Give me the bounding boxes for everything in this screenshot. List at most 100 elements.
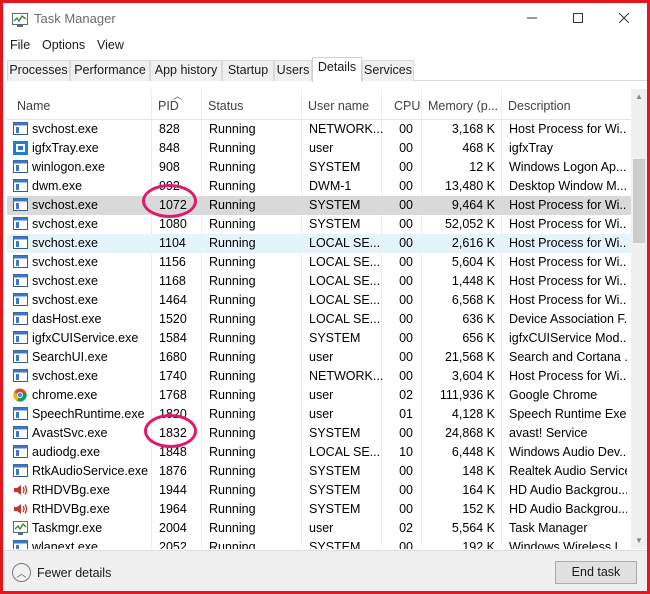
table-row[interactable]: svchost.exe 828 Running NETWORK... 00 3,168 K… — [7, 120, 631, 139]
process-cpu: 00 — [399, 293, 413, 307]
process-memory: 6,568 K — [451, 293, 495, 307]
scrollbar-thumb[interactable] — [633, 159, 645, 243]
process-description: Host Process for Wi... — [509, 274, 627, 288]
process-name: winlogon.exe — [32, 160, 105, 174]
table-row[interactable]: igfxCUIService.exe 1584 Running SYSTEM 00 656… — [7, 329, 631, 348]
process-pid: 828 — [159, 122, 180, 136]
process-description: HD Audio Backgrou... — [509, 502, 627, 516]
table-row[interactable]: AvastSvc.exe 1832 Running SYSTEM 00 24,868 Ka… — [7, 424, 631, 443]
generic-app-icon — [13, 426, 28, 440]
table-row[interactable]: RtHDVBg.exe 1964 Running SYSTEM 00 152 K HD Au… — [7, 500, 631, 519]
process-user: SYSTEM — [309, 331, 361, 345]
generic-app-icon — [13, 540, 28, 549]
process-status: Running — [209, 236, 256, 250]
process-memory: 192 K — [462, 540, 495, 549]
table-row[interactable]: igfxTray.exe 848 Running user 00 468 K igfxTra… — [7, 139, 631, 158]
process-cpu: 00 — [399, 483, 413, 497]
tab-services[interactable]: Services — [362, 60, 414, 81]
column-header-pid[interactable]: PID — [158, 89, 179, 120]
process-name: audiodg.exe — [32, 445, 101, 459]
process-name: svchost.exe — [32, 236, 99, 250]
process-name: wlanext.exe — [32, 540, 99, 549]
table-row[interactable]: dwm.exe 992 Running DWM-1 00 13,480 K Desktop … — [7, 177, 631, 196]
process-user: LOCAL SE... — [309, 312, 381, 326]
process-description: Windows Wireless L... — [509, 540, 627, 549]
process-name: SearchUI.exe — [32, 350, 108, 364]
process-user: NETWORK... — [309, 122, 383, 136]
process-user: user — [309, 141, 334, 155]
tab-startup[interactable]: Startup — [222, 60, 274, 81]
table-row[interactable]: svchost.exe 1080 Running SYSTEM 00 52,052 K Ho… — [7, 215, 631, 234]
process-user: user — [309, 521, 334, 535]
table-row[interactable]: svchost.exe 1156 Running LOCAL SE... 00 5,604… — [7, 253, 631, 272]
process-user: SYSTEM — [309, 198, 361, 212]
table-row[interactable]: SpeechRuntime.exe 1820 Running user 01 4,128 … — [7, 405, 631, 424]
title-bar: Task Manager — [3, 3, 647, 36]
process-description: Host Process for Wi... — [509, 122, 627, 136]
table-row[interactable]: svchost.exe 1740 Running NETWORK... 00 3,604 … — [7, 367, 631, 386]
column-header-user[interactable]: User name — [308, 89, 369, 120]
process-memory: 3,168 K — [451, 122, 495, 136]
process-user: DWM-1 — [309, 179, 352, 193]
table-row[interactable]: wlanext.exe 2052 Running SYSTEM 00 192 K Windo… — [7, 538, 631, 549]
column-header-memory[interactable]: Memory (p... — [428, 89, 498, 120]
table-row[interactable]: SearchUI.exe 1680 Running user 00 21,568 K Sea… — [7, 348, 631, 367]
process-name: chrome.exe — [32, 388, 98, 402]
scroll-down-icon[interactable]: ▼ — [634, 537, 644, 545]
process-description: Host Process for Wi... — [509, 369, 627, 383]
process-cpu: 00 — [399, 122, 413, 136]
process-memory: 5,604 K — [451, 255, 495, 269]
process-status: Running — [209, 426, 256, 440]
table-row[interactable]: chrome.exe 1768 Running user 02 111,936 K Goog… — [7, 386, 631, 405]
process-name: Taskmgr.exe — [32, 521, 103, 535]
tab-bar: Processes Performance App history Startu… — [7, 57, 647, 82]
tab-performance[interactable]: Performance — [70, 60, 150, 81]
column-header-cpu[interactable]: CPU — [394, 89, 420, 120]
menu-options[interactable]: Options — [42, 38, 85, 52]
column-header-description[interactable]: Description — [508, 89, 571, 120]
chevron-up-icon[interactable]: ︿ — [12, 563, 31, 582]
table-row[interactable]: dasHost.exe 1520 Running LOCAL SE... 00 636 K… — [7, 310, 631, 329]
table-row[interactable]: Taskmgr.exe 2004 Running user 02 5,564 K Task … — [7, 519, 631, 538]
table-row[interactable]: audiodg.exe 1848 Running LOCAL SE... 10 6,448… — [7, 443, 631, 462]
process-status: Running — [209, 160, 256, 174]
table-row[interactable]: RtkAudioService.exe 1876 Running SYSTEM 00 14… — [7, 462, 631, 481]
process-cpu: 00 — [399, 198, 413, 212]
maximize-button[interactable] — [555, 3, 601, 33]
process-cpu: 00 — [399, 160, 413, 174]
tab-users[interactable]: Users — [274, 60, 312, 81]
process-name: SpeechRuntime.exe — [32, 407, 145, 421]
process-cpu: 00 — [399, 255, 413, 269]
table-row[interactable]: RtHDVBg.exe 1944 Running SYSTEM 00 164 K HD Au… — [7, 481, 631, 500]
table-row[interactable]: svchost.exe 1072 Running SYSTEM 00 9,464 K Hos… — [7, 196, 631, 215]
service-icon — [13, 198, 28, 212]
process-description: Task Manager — [509, 521, 588, 535]
menu-view[interactable]: View — [97, 38, 124, 52]
tab-details[interactable]: Details — [312, 57, 362, 82]
process-cpu: 00 — [399, 369, 413, 383]
table-row[interactable]: svchost.exe 1168 Running LOCAL SE... 00 1,448… — [7, 272, 631, 291]
table-row[interactable]: winlogon.exe 908 Running SYSTEM 00 12 K Window… — [7, 158, 631, 177]
vertical-scrollbar[interactable]: ▲ ▼ — [631, 89, 647, 549]
minimize-button[interactable] — [509, 3, 555, 33]
process-cpu: 01 — [399, 407, 413, 421]
tab-processes[interactable]: Processes — [7, 60, 70, 81]
process-cpu: 00 — [399, 312, 413, 326]
process-status: Running — [209, 407, 256, 421]
process-memory: 148 K — [462, 464, 495, 478]
end-task-button[interactable]: End task — [555, 561, 637, 584]
service-icon — [13, 217, 28, 231]
scroll-up-icon[interactable]: ▲ — [634, 93, 644, 101]
table-row[interactable]: svchost.exe 1464 Running LOCAL SE... 00 6,568… — [7, 291, 631, 310]
process-user: user — [309, 407, 334, 421]
annotation-circle-pid-1832 — [144, 414, 197, 448]
table-row[interactable]: svchost.exe 1104 Running LOCAL SE... 00 2,616… — [7, 234, 631, 253]
tab-app-history[interactable]: App history — [150, 60, 222, 81]
process-pid: 1964 — [159, 502, 187, 516]
close-button[interactable] — [601, 3, 647, 33]
menu-file[interactable]: File — [10, 38, 30, 52]
process-name: igfxCUIService.exe — [32, 331, 139, 345]
column-header-name[interactable]: Name — [17, 89, 50, 120]
fewer-details-link[interactable]: Fewer details — [37, 566, 111, 580]
column-header-status[interactable]: Status — [208, 89, 243, 120]
